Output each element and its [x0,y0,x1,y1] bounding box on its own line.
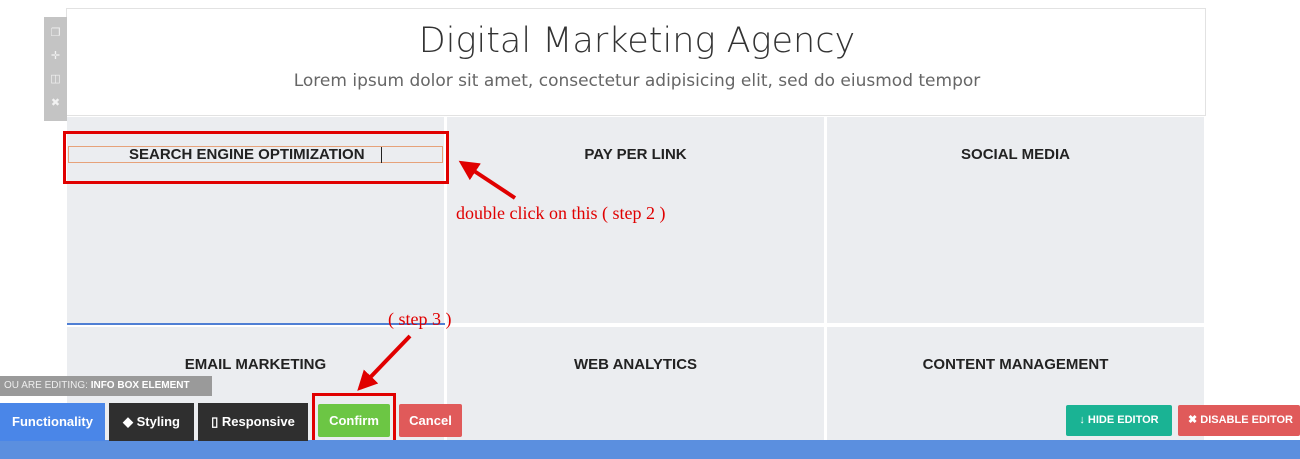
annotation-step-2: double click on this ( step 2 ) [456,203,666,223]
editing-status-label: OU ARE EDITING: INFO BOX ELEMENT [0,376,212,396]
tab-responsive[interactable]: ▯ Responsive [198,403,308,441]
info-box-title: CONTENT MANAGEMENT [922,356,1109,373]
annotation-box-step-2 [63,131,449,184]
disable-editor-button[interactable]: ✖ DISABLE EDITOR [1178,405,1300,436]
element-side-toolbar: ❐ ✛ ◫ ✖ [44,17,67,121]
info-box-title: PAY PER LINK [584,146,687,163]
editor-bottom-bar [0,440,1300,459]
editing-element: INFO BOX ELEMENT [90,380,190,391]
mobile-icon: ▯ [211,414,219,429]
clone-icon[interactable]: ❐ [44,23,67,43]
hide-editor-label: HIDE EDITOR [1087,414,1159,426]
hide-editor-button[interactable]: ↓ HIDE EDITOR [1066,405,1172,436]
tab-label: Responsive [221,414,295,429]
annotation-step-3: ( step 3 ) [388,309,452,329]
info-box-analytics[interactable]: WEB ANALYTICS [447,327,824,440]
drop-icon: ◆ [123,414,134,429]
close-icon[interactable]: ✖ [44,93,67,113]
header-section: Digital Marketing Agency Lorem ipsum dol… [66,8,1206,116]
close-icon: ✖ [1188,414,1198,426]
info-box-title: WEB ANALYTICS [573,356,698,373]
cancel-button[interactable]: Cancel [399,404,462,437]
editing-prefix: OU ARE EDITING: [4,380,88,391]
move-icon[interactable]: ✛ [44,46,67,66]
tab-styling[interactable]: ◆ Styling [109,403,194,441]
arrow-down-icon: ↓ [1079,414,1085,426]
info-box-social[interactable]: SOCIAL MEDIA [827,117,1204,323]
columns-icon[interactable]: ◫ [44,69,67,89]
page-subtitle: Lorem ipsum dolor sit amet, consectetur … [293,71,981,91]
tab-label: Styling [136,414,180,429]
tab-functionality[interactable]: Functionality [0,403,105,441]
info-box-title: EMAIL MARKETING [184,356,327,373]
page-title: Digital Marketing Agency [418,21,856,61]
tab-label: Functionality [12,414,93,429]
confirm-button[interactable]: Confirm [318,404,390,437]
info-box-title: SOCIAL MEDIA [961,146,1070,163]
disable-editor-label: DISABLE EDITOR [1200,414,1293,426]
